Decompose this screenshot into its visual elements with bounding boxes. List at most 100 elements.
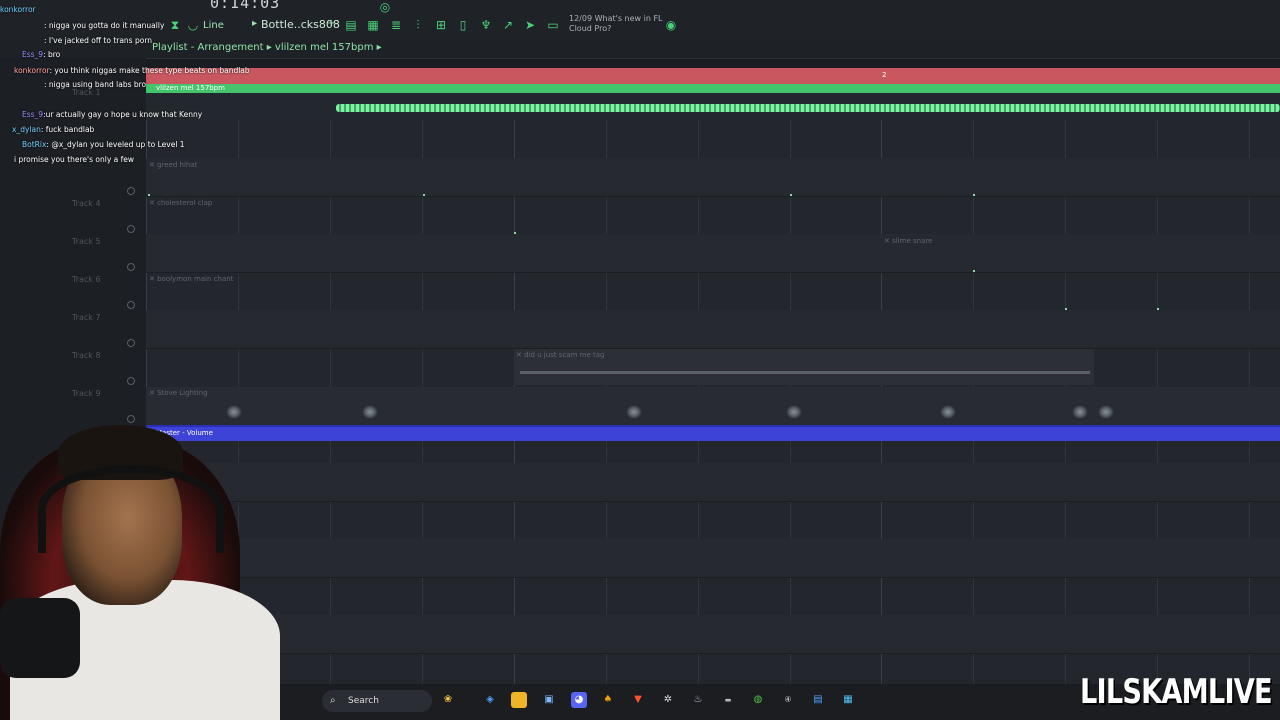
headset <box>38 465 224 553</box>
play-pattern-icon[interactable]: ▸ <box>252 18 257 29</box>
clip-label[interactable]: ✕ greed hihat <box>149 161 197 169</box>
waveform-hit <box>626 405 642 419</box>
news-panel[interactable]: 12/09 What's new in FL Cloud Pro? <box>569 14 663 34</box>
add-pattern-icon[interactable]: + <box>327 18 335 29</box>
clip-label[interactable]: ✕ boolymon main chant <box>149 275 233 283</box>
chat-user: Ess_9 <box>22 50 44 59</box>
mute-toggle[interactable] <box>127 187 135 195</box>
clip-label: ✕ did u just scam me tag <box>516 351 605 359</box>
news-date: 12/09 <box>569 14 593 23</box>
track-name[interactable]: Track 8 <box>72 351 101 360</box>
breadcrumb-project[interactable]: vlilzen mel 157bpm <box>275 42 374 53</box>
chat-text: : nigga using band labs bro <box>44 80 147 89</box>
news-line1: What's new in FL <box>594 14 663 23</box>
track-name[interactable]: Track 4 <box>72 199 101 208</box>
chat-user: BotRix <box>22 140 47 149</box>
chat-text: : I've jacked off to trans porn <box>44 36 153 45</box>
cart-icon[interactable]: ▭ <box>546 18 560 32</box>
news-line2: Cloud Pro? <box>569 24 612 33</box>
mute-toggle[interactable] <box>127 339 135 347</box>
search-icon: ⌕ <box>330 695 336 706</box>
chat-text: i promise you there's only a few <box>14 155 135 164</box>
waveform-hit <box>1072 405 1088 419</box>
chat-user: x_dylan <box>12 125 41 134</box>
browser-icon[interactable]: ⊞ <box>434 18 448 32</box>
file-explorer-icon[interactable] <box>511 692 527 708</box>
mute-toggle[interactable] <box>127 263 135 271</box>
clip-title: vlilzen mel 157bpm <box>146 84 1280 93</box>
waveform-hit <box>940 405 956 419</box>
taskbar-search[interactable]: ⌕ Search <box>322 690 432 712</box>
clip-name: greed hihat <box>157 161 198 169</box>
photos-icon[interactable]: ▦ <box>840 692 856 708</box>
track-name[interactable]: Track 7 <box>72 313 101 322</box>
track-name[interactable]: Track 6 <box>72 275 101 284</box>
chat-message: Ess_9: bro <box>22 50 60 59</box>
audio-clip-main[interactable]: vlilzen mel 157bpm <box>146 84 1280 120</box>
globe-icon[interactable]: ◉ <box>664 18 678 32</box>
audio-clip-tag[interactable]: ✕ did u just scam me tag <box>514 349 1094 385</box>
clip-name: slime snare <box>892 237 933 245</box>
channel-rack-icon[interactable]: ≣ <box>389 18 403 32</box>
song-time-display: 0:14:03 <box>210 0 281 12</box>
clip-label[interactable]: ✕ cholesterol clap <box>149 199 212 207</box>
plugin-icon[interactable]: ♆ <box>479 18 493 32</box>
search-label: Search <box>348 696 379 706</box>
playlist-icon[interactable]: ▤ <box>344 18 358 32</box>
track-name[interactable]: Track 1 <box>72 88 101 97</box>
brave-icon[interactable]: ▼ <box>630 692 646 708</box>
clipboard-icon[interactable]: ▯ <box>456 18 470 32</box>
snap-mode-label[interactable]: Line <box>203 20 224 31</box>
app-icon[interactable]: ▬ <box>720 692 736 708</box>
track-name[interactable]: Track 5 <box>72 237 101 246</box>
chatgpt-icon[interactable]: ✲ <box>660 692 676 708</box>
chat-message: BotRix: @x_dylan you leveled up to Level… <box>22 140 185 149</box>
copilot-icon[interactable]: ◈ <box>482 692 498 708</box>
mute-toggle[interactable] <box>127 225 135 233</box>
mute-toggle[interactable] <box>127 301 135 309</box>
breadcrumb-playlist[interactable]: Playlist - Arrangement <box>152 42 264 53</box>
chat-text: : @x_dylan you leveled up to Level 1 <box>46 140 185 149</box>
chat-text: : bro <box>43 50 61 59</box>
chat-text: : nigga you gotta do it manually <box>44 21 165 30</box>
xbox-icon[interactable]: ◍ <box>750 692 766 708</box>
breadcrumb: Playlist - Arrangement ▸ vlilzen mel 157… <box>152 42 382 53</box>
mixer-icon[interactable]: ⫶ <box>411 18 425 32</box>
timeline-ruler[interactable] <box>146 68 1280 84</box>
waveform-hit <box>1098 405 1114 419</box>
arrow-icon[interactable]: ➤ <box>523 18 537 32</box>
clip-label: ✕ Stove Lighting <box>149 389 208 397</box>
snap-icon[interactable]: ◡ <box>186 18 200 32</box>
channel-watermark: LILSKAMLIVE <box>1080 672 1273 712</box>
piano-roll-icon[interactable]: ▦ <box>366 18 380 32</box>
discord-icon[interactable]: ◕ <box>571 692 587 708</box>
track-name[interactable]: Track 9 <box>72 389 101 398</box>
chat-user: Ess_9 <box>22 110 44 119</box>
chat-message: konkorror <box>0 5 36 14</box>
magnet-icon[interactable]: ⧗ <box>168 18 182 32</box>
mute-toggle[interactable] <box>127 377 135 385</box>
automation-clip-master[interactable]: Master - Volume <box>146 425 1280 441</box>
waveform <box>520 371 1090 374</box>
steam-icon[interactable]: ♨ <box>690 692 706 708</box>
fl-studio-icon[interactable]: ♠ <box>600 692 616 708</box>
widgets-icon[interactable]: ❀ <box>440 692 456 708</box>
clip-name: did u just scam me tag <box>524 351 605 359</box>
chat-message: konkorror: you think niggas make these t… <box>14 66 250 75</box>
store-icon[interactable]: ▣ <box>541 692 557 708</box>
chat-text: : you think niggas make these type beats… <box>49 66 250 75</box>
chat-message: : nigga using band labs bro <box>44 80 146 89</box>
clip-name: cholesterol clap <box>157 199 213 207</box>
tempo-icon[interactable]: ↗ <box>501 18 515 32</box>
notepad-icon[interactable]: ▤ <box>810 692 826 708</box>
mute-toggle[interactable] <box>127 415 135 423</box>
waveform-hit <box>786 405 802 419</box>
chat-message: Ess_9:ur actually gay o hope u know that… <box>22 110 202 119</box>
waveform-hit <box>362 405 378 419</box>
capture-4k-icon[interactable]: ④ <box>780 692 796 708</box>
record-icon[interactable]: ◎ <box>378 0 392 14</box>
waveform-hit <box>226 405 242 419</box>
bar-marker: 2 <box>882 71 887 79</box>
chat-text: :ur actually gay o hope u know that Kenn… <box>43 110 203 119</box>
clip-label[interactable]: ✕ slime snare <box>884 237 932 245</box>
